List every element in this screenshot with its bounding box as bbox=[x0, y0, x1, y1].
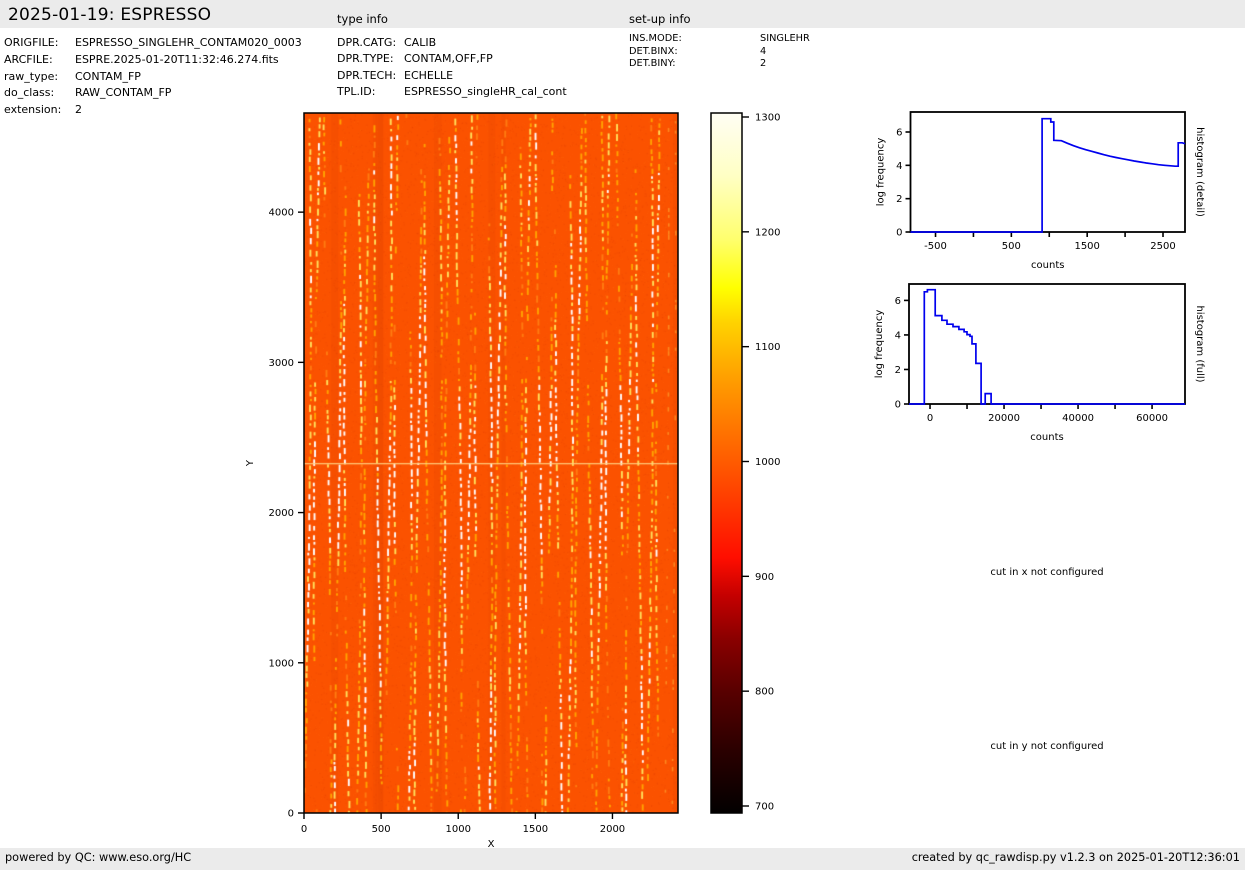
colorbar-tick-label: 1000 bbox=[755, 457, 780, 468]
setup-info-value: 4 bbox=[760, 45, 767, 57]
footer-created-by: created by qc_rawdisp.py v1.2.3 on 2025-… bbox=[911, 851, 1240, 864]
colorbar-gradient bbox=[711, 113, 742, 813]
y-tick-label: 0 bbox=[896, 228, 902, 239]
note-cut-y: cut in y not configured bbox=[990, 741, 1104, 752]
setup-info-value: SINGLEHR bbox=[760, 33, 810, 44]
type-info-label: DPR.TECH: bbox=[337, 68, 397, 82]
page-title: 2025-01-19: ESPRESSO bbox=[8, 5, 212, 25]
y-tick-label: 3000 bbox=[269, 358, 294, 369]
x-tick-label: 1000 bbox=[446, 824, 471, 835]
type-info-value: ECHELLE bbox=[404, 68, 454, 82]
note-cut-x: cut in x not configured bbox=[990, 567, 1104, 578]
type-info-label: DPR.TYPE: bbox=[337, 52, 394, 66]
x-axis-label: counts bbox=[1030, 432, 1063, 443]
x-tick-label: 2000 bbox=[600, 824, 625, 835]
x-tick-label: 1500 bbox=[523, 824, 548, 835]
colorbar-tick-label: 1100 bbox=[755, 342, 780, 353]
type-info-row: DPR.TECH: ECHELLE bbox=[337, 68, 567, 84]
colorbar-tick-label: 1300 bbox=[755, 113, 780, 124]
setup-info-row: DET.BINY: 2 bbox=[629, 58, 810, 71]
x-tick-label: 20000 bbox=[988, 413, 1020, 424]
setup-info-value: 2 bbox=[760, 58, 767, 70]
type-info-label: TPL.ID: bbox=[337, 85, 376, 99]
x-tick-label: 60000 bbox=[1136, 413, 1168, 424]
histogram-detail-title: histogram (detail) bbox=[1194, 127, 1205, 217]
qc-report-page: 2025-01-19: ESPRESSO type info set-up in… bbox=[0, 0, 1245, 870]
y-tick-label: 4 bbox=[896, 161, 902, 172]
type-info-block: DPR.CATG: CALIB DPR.TYPE: CONTAM,OFF,FP DPR.… bbox=[337, 35, 567, 101]
footer-powered-by: powered by QC: www.eso.org/HC bbox=[5, 851, 192, 864]
setup-info-label: DET.BINX: bbox=[629, 45, 678, 57]
colorbar-tick-label: 1200 bbox=[755, 227, 780, 238]
metadata-value: CONTAM_FP bbox=[75, 69, 141, 83]
metadata-label: extension: bbox=[4, 103, 62, 117]
x-tick-label: 0 bbox=[927, 413, 933, 424]
y-tick-label: 2000 bbox=[269, 508, 294, 519]
metadata-label: do_class: bbox=[4, 86, 55, 100]
setup-info-row: DET.BINX: 4 bbox=[629, 46, 810, 59]
colorbar-tick-label: 800 bbox=[755, 687, 774, 698]
metadata-value: ESPRE.2025-01-20T11:32:46.274.fits bbox=[75, 52, 279, 66]
setup-info-label: DET.BINY: bbox=[629, 58, 676, 70]
metadata-row: ORIGFILE: ESPRESSO_SINGLEHR_CONTAM020_000… bbox=[4, 35, 302, 52]
metadata-value: ESPRESSO_SINGLEHR_CONTAM020_0003 bbox=[75, 36, 302, 49]
y-axis-label: log frequency bbox=[874, 310, 885, 379]
x-tick-label: 0 bbox=[301, 824, 307, 835]
metadata-label: raw_type: bbox=[4, 69, 59, 83]
histogram-full-plot bbox=[909, 284, 1185, 404]
type-info-row: DPR.TYPE: CONTAM,OFF,FP bbox=[337, 51, 567, 67]
setup-info-block: INS.MODE: SINGLEHR DET.BINX: 4 DET.BINY: 2 bbox=[629, 33, 810, 71]
metadata-row: ARCFILE: ESPRE.2025-01-20T11:32:46.274.fi… bbox=[4, 52, 302, 69]
histogram-full-title: histogram (full) bbox=[1194, 305, 1205, 382]
y-tick-label: 0 bbox=[895, 400, 901, 411]
x-axis-label: counts bbox=[1031, 260, 1064, 271]
setup-info-row: INS.MODE: SINGLEHR bbox=[629, 33, 810, 46]
y-axis-label: Y bbox=[245, 459, 256, 467]
metadata-label: ARCFILE: bbox=[4, 52, 53, 66]
colorbar-tick-label: 700 bbox=[755, 802, 774, 813]
y-tick-label: 0 bbox=[288, 809, 294, 820]
type-info-value: ESPRESSO_singleHR_cal_cont bbox=[404, 85, 567, 99]
y-tick-label: 6 bbox=[895, 296, 901, 307]
x-tick-label: 40000 bbox=[1062, 413, 1094, 424]
metadata-label: ORIGFILE: bbox=[4, 36, 59, 49]
type-info-row: TPL.ID: ESPRESSO_singleHR_cal_cont bbox=[337, 84, 567, 100]
type-info-value: CALIB bbox=[404, 36, 437, 49]
x-tick-label: 2500 bbox=[1150, 241, 1175, 252]
x-tick-label: 500 bbox=[372, 824, 391, 835]
histogram-detail-plot bbox=[910, 112, 1185, 232]
metadata-row: raw_type: CONTAM_FP bbox=[4, 69, 302, 86]
y-tick-label: 2 bbox=[896, 194, 902, 205]
x-tick-label: 1500 bbox=[1074, 241, 1099, 252]
main-image-plot bbox=[304, 113, 678, 813]
section-label-setup-info: set-up info bbox=[629, 12, 691, 26]
x-tick-label: -500 bbox=[924, 241, 947, 252]
type-info-value: CONTAM,OFF,FP bbox=[404, 52, 493, 66]
y-tick-label: 2 bbox=[895, 365, 901, 376]
colorbar-tick-label: 900 bbox=[755, 572, 774, 583]
section-label-type-info: type info bbox=[337, 12, 388, 26]
metadata-value: 2 bbox=[75, 103, 82, 117]
y-tick-label: 6 bbox=[896, 128, 902, 139]
metadata-row: extension: 2 bbox=[4, 102, 302, 119]
y-tick-label: 1000 bbox=[269, 658, 294, 669]
y-tick-label: 4000 bbox=[269, 208, 294, 219]
metadata-value: RAW_CONTAM_FP bbox=[75, 86, 172, 100]
y-axis-label: log frequency bbox=[876, 138, 887, 207]
type-info-row: DPR.CATG: CALIB bbox=[337, 35, 567, 51]
x-tick-label: 500 bbox=[1002, 241, 1021, 252]
type-info-label: DPR.CATG: bbox=[337, 36, 397, 49]
file-metadata-block: ORIGFILE: ESPRESSO_SINGLEHR_CONTAM020_000… bbox=[4, 35, 302, 119]
y-tick-label: 4 bbox=[895, 330, 901, 341]
setup-info-label: INS.MODE: bbox=[629, 33, 682, 44]
metadata-row: do_class: RAW_CONTAM_FP bbox=[4, 85, 302, 102]
